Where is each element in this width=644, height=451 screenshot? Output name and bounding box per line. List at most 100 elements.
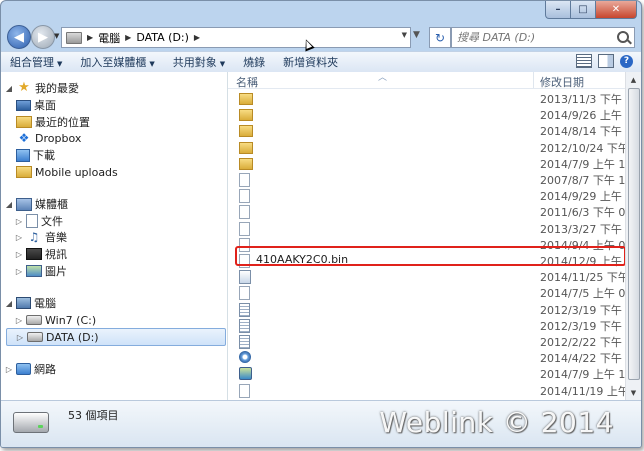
expand-icon[interactable]: ▷ (14, 316, 24, 325)
nav-label: 最近的位置 (35, 116, 90, 129)
music-icon: ♫ (28, 230, 40, 244)
file-row[interactable]: 2007/8/7 下午 11:47 (228, 171, 625, 187)
explorer-window: – □ ✕ ◀ ▶ ▼ ▶ 電腦 ▶ DATA (D:) ▶ ▼ ▼ ↻ 組合管… (0, 0, 642, 448)
nav-documents[interactable]: ▷ 文件 (14, 213, 63, 229)
downloads-icon (16, 148, 30, 162)
nav-label: Mobile uploads (35, 165, 118, 179)
refresh-button[interactable]: ↻ (429, 27, 451, 48)
expand-icon[interactable]: ▷ (4, 365, 14, 374)
file-date: 2014/7/5 上午 05:22 (540, 287, 625, 301)
nav-music[interactable]: ▷ ♫ 音樂 (14, 229, 67, 245)
collapse-icon[interactable]: ◢ (4, 200, 14, 209)
nav-label: 我的最愛 (35, 82, 79, 95)
change-view-icon[interactable] (576, 54, 592, 68)
collapse-icon[interactable]: ◢ (4, 84, 14, 93)
file-row[interactable]: 2012/10/24 下午 05: (228, 139, 625, 155)
breadcrumb-separator[interactable]: ▶ (125, 33, 131, 42)
drive-icon (27, 332, 43, 342)
forward-button[interactable]: ▶ (31, 25, 55, 49)
file-row[interactable]: 2014/8/14 下午 05:2 (228, 122, 625, 138)
new-folder-button[interactable]: 新增資料夾 (274, 54, 347, 70)
nav-pictures[interactable]: ▷ 圖片 (14, 263, 67, 279)
breadcrumb-separator[interactable]: ▶ (194, 33, 200, 42)
nav-label: 文件 (41, 215, 63, 228)
file-list: 名稱 ︿ 修改日期 2013/11/3 下午 07: 2014/9/26 上午 0… (228, 72, 625, 400)
breadcrumb-separator[interactable]: ▶ (87, 33, 93, 42)
file-row[interactable]: 2014/11/25 下午 03: (228, 268, 625, 285)
address-dropdown-icon[interactable]: ▼ (402, 31, 407, 39)
add-to-library-menu[interactable]: 加入至媒體櫃 ▼ (71, 54, 163, 70)
scroll-down-icon[interactable]: ▼ (626, 385, 641, 400)
column-name[interactable]: 名稱 (236, 74, 258, 90)
nav-favorites[interactable]: ◢ ★ 我的最愛 (4, 80, 79, 96)
address-history-icon[interactable]: ▼ (413, 30, 420, 40)
file-row[interactable]: 2014/9/4 上午 09:12 (228, 236, 625, 252)
file-date: 2014/11/25 下午 03: (540, 271, 625, 285)
collapse-icon[interactable]: ◢ (4, 299, 14, 308)
application-icon (239, 367, 252, 381)
file-row[interactable]: 2014/7/9 上午 11:12 (228, 155, 625, 171)
file-row[interactable]: 2014/7/5 上午 05:22 (228, 284, 625, 301)
nav-libraries[interactable]: ◢ 媒體櫃 (4, 196, 68, 212)
file-row[interactable]: 2013/3/27 下午 05:1 (228, 220, 625, 236)
nav-drive-d[interactable]: ▷ DATA (D:) (6, 328, 226, 346)
help-icon[interactable]: ? (620, 54, 633, 68)
nav-downloads[interactable]: 下載 (14, 147, 55, 163)
file-row[interactable]: 2014/11/19 上午 10: (228, 382, 625, 398)
burn-button[interactable]: 燒錄 (234, 54, 274, 70)
nav-desktop[interactable]: 桌面 (14, 97, 56, 113)
preview-pane-icon[interactable] (598, 54, 614, 68)
nav-dropbox[interactable]: ❖ Dropbox (14, 130, 82, 146)
caption-buttons: – □ ✕ (545, 1, 637, 19)
file-date: 2007/8/7 下午 11:47 (540, 174, 625, 187)
close-button[interactable]: ✕ (596, 1, 637, 19)
scroll-up-icon[interactable]: ▲ (626, 72, 641, 87)
minimize-button[interactable]: – (545, 1, 571, 19)
file-row[interactable]: 2012/3/19 下午 01:4 (228, 301, 625, 317)
search-icon[interactable] (617, 31, 629, 43)
address-bar[interactable]: ▶ 電腦 ▶ DATA (D:) ▶ ▼ (61, 27, 411, 48)
expand-icon[interactable]: ▷ (15, 333, 25, 342)
file-date: 2014/11/19 上午 10: (540, 384, 625, 398)
file-row[interactable]: 2011/6/3 下午 01:39 (228, 203, 625, 220)
breadcrumb-data-drive[interactable]: DATA (D:) (136, 31, 189, 44)
column-divider[interactable] (533, 72, 534, 88)
file-row[interactable]: 2014/9/26 上午 09:5 (228, 106, 625, 122)
expand-icon[interactable]: ▷ (14, 217, 24, 226)
nav-network[interactable]: ▷ 網路 (4, 361, 56, 377)
file-row[interactable]: 2014/7/9 上午 11:11 (228, 365, 625, 381)
breadcrumb-computer[interactable]: 電腦 (98, 30, 120, 46)
back-button[interactable]: ◀ (7, 25, 31, 49)
file-row[interactable]: 2013/11/3 下午 07: (228, 90, 625, 106)
file-row[interactable]: 410AAKY2C0.bin 2014/12/9 上午 08: (228, 252, 625, 268)
share-with-menu[interactable]: 共用對象 ▼ (164, 54, 234, 70)
nav-label: 電腦 (34, 297, 56, 310)
nav-recent-places[interactable]: 最近的位置 (14, 114, 90, 130)
organize-label: 組合管理 (10, 56, 54, 69)
scroll-thumb[interactable] (628, 88, 640, 380)
recent-pages-dropdown[interactable]: ▼ (54, 32, 59, 40)
file-icon (239, 205, 250, 220)
column-date-modified[interactable]: 修改日期 (540, 74, 584, 90)
file-date: 2012/3/19 下午 01:5 (540, 319, 625, 333)
file-row[interactable]: 2014/9/29 上午 06:2 (228, 187, 625, 204)
nav-mobile-uploads[interactable]: Mobile uploads (14, 164, 118, 180)
file-name: 410AAKY2C0.bin (256, 253, 349, 266)
back-arrow-icon: ◀ (14, 29, 24, 45)
maximize-button[interactable]: □ (571, 1, 596, 19)
folder-icon (239, 157, 253, 170)
nav-videos[interactable]: ▷ 視訊 (14, 246, 67, 262)
search-box[interactable] (451, 27, 635, 48)
expand-icon[interactable]: ▷ (14, 267, 24, 276)
file-row[interactable]: 2012/3/19 下午 01:5 (228, 317, 625, 333)
file-date: 2014/8/14 下午 05:2 (540, 125, 625, 139)
file-row[interactable]: 2014/4/22 下午 07:2 (228, 349, 625, 365)
vertical-scrollbar[interactable]: ▲ ▼ (625, 72, 641, 400)
organize-menu[interactable]: 組合管理 ▼ (1, 54, 71, 70)
search-input[interactable] (452, 30, 619, 45)
file-row[interactable]: 2012/2/22 下午 04:5 (228, 333, 625, 349)
nav-drive-c[interactable]: ▷ Win7 (C:) (14, 312, 96, 328)
expand-icon[interactable]: ▷ (14, 250, 24, 259)
nav-computer[interactable]: ◢ 電腦 (4, 295, 56, 311)
expand-icon[interactable]: ▷ (14, 233, 24, 242)
